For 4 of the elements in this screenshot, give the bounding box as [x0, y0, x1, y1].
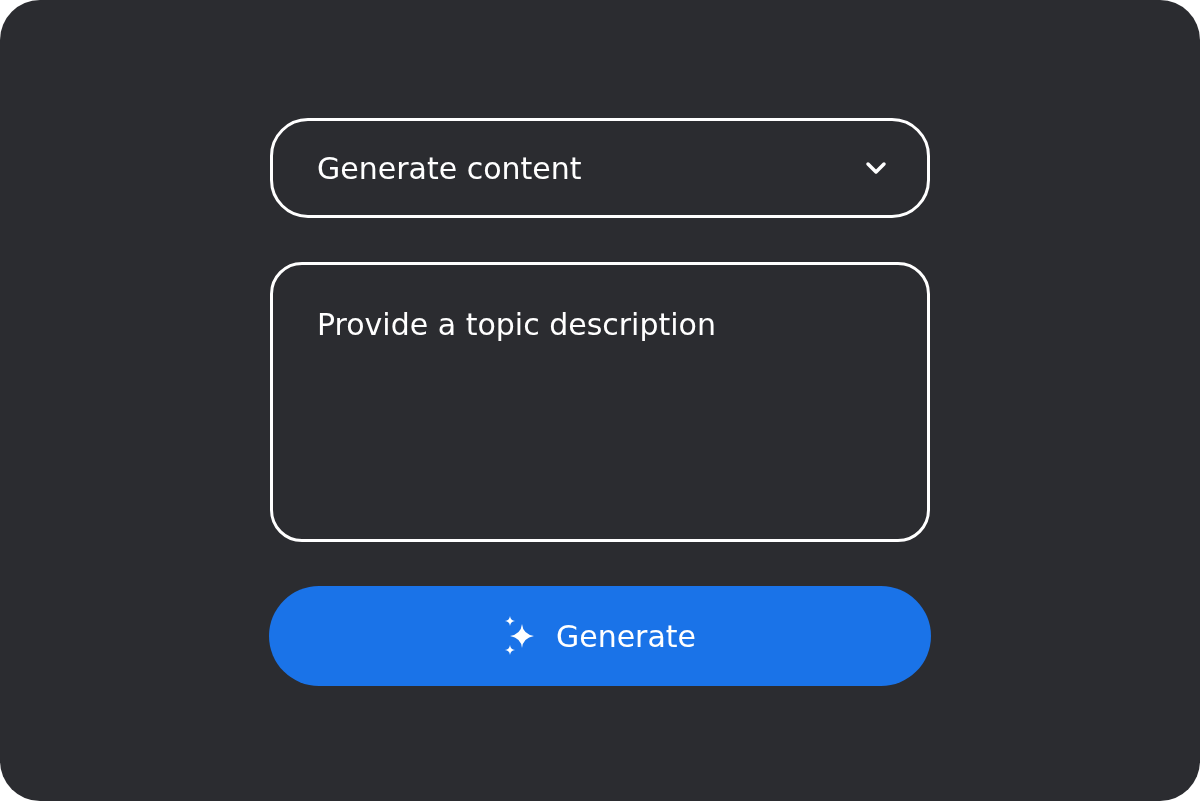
content-type-dropdown[interactable]: Generate content	[270, 118, 930, 218]
chevron-down-icon	[865, 161, 887, 175]
topic-field[interactable]: Provide a topic description	[270, 262, 930, 542]
generate-button[interactable]: Generate	[269, 586, 931, 686]
